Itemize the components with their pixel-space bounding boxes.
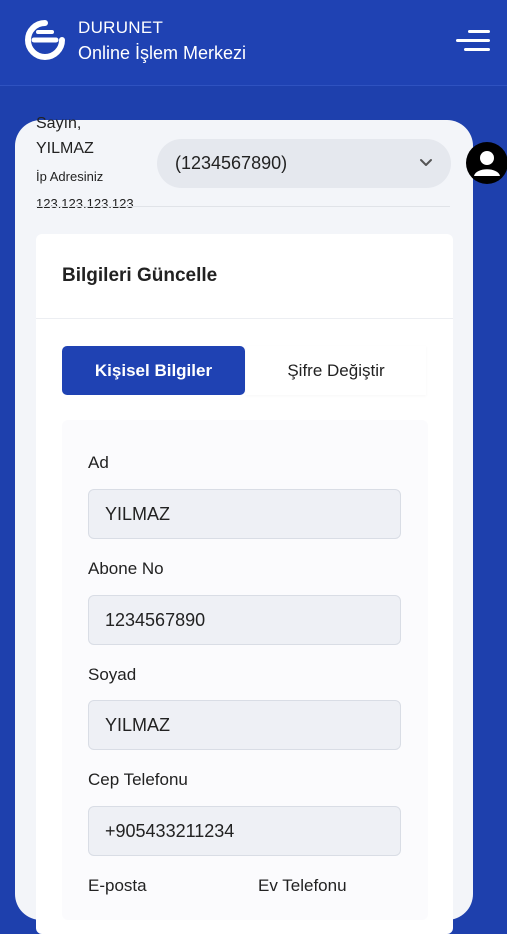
ip-address-label: İp Adresiniz [36, 169, 104, 184]
first-name-field[interactable] [88, 489, 401, 539]
durunet-logo-icon[interactable] [22, 19, 68, 61]
account-number-value: (1234567890) [175, 153, 288, 173]
last-name-label: Soyad [88, 665, 137, 684]
panel-divider [36, 318, 453, 319]
account-number-select[interactable]: (1234567890) [157, 139, 451, 188]
hamburger-menu-icon[interactable] [454, 26, 490, 56]
user-avatar-icon[interactable] [466, 142, 507, 184]
user-name: YILMAZ [36, 140, 94, 157]
panel-title: Bilgileri Güncelle [62, 265, 218, 286]
home-phone-label: Ev Telefonu [258, 876, 347, 895]
last-name-field[interactable] [88, 700, 401, 750]
tab-change-password[interactable]: Şifre Değiştir [246, 346, 426, 395]
ip-address-value: 123.123.123.123 [36, 196, 134, 211]
subscriber-no-label: Abone No [88, 559, 164, 578]
tab-personal-info[interactable]: Kişisel Bilgiler [62, 346, 245, 395]
first-name-label: Ad [88, 453, 109, 472]
brand-subtitle: Online İşlem Merkezi [78, 43, 247, 63]
header-divider [36, 206, 450, 207]
subscriber-no-field[interactable] [88, 595, 401, 645]
email-label: E-posta [88, 876, 147, 895]
greeting-text: Sayın, [36, 115, 82, 132]
chevron-down-icon [420, 159, 432, 166]
app-header: DURUNET Online İşlem Merkezi [0, 0, 507, 86]
mobile-phone-label: Cep Telefonu [88, 770, 188, 789]
mobile-phone-field[interactable] [88, 806, 401, 856]
brand-name: DURUNET [78, 18, 164, 37]
